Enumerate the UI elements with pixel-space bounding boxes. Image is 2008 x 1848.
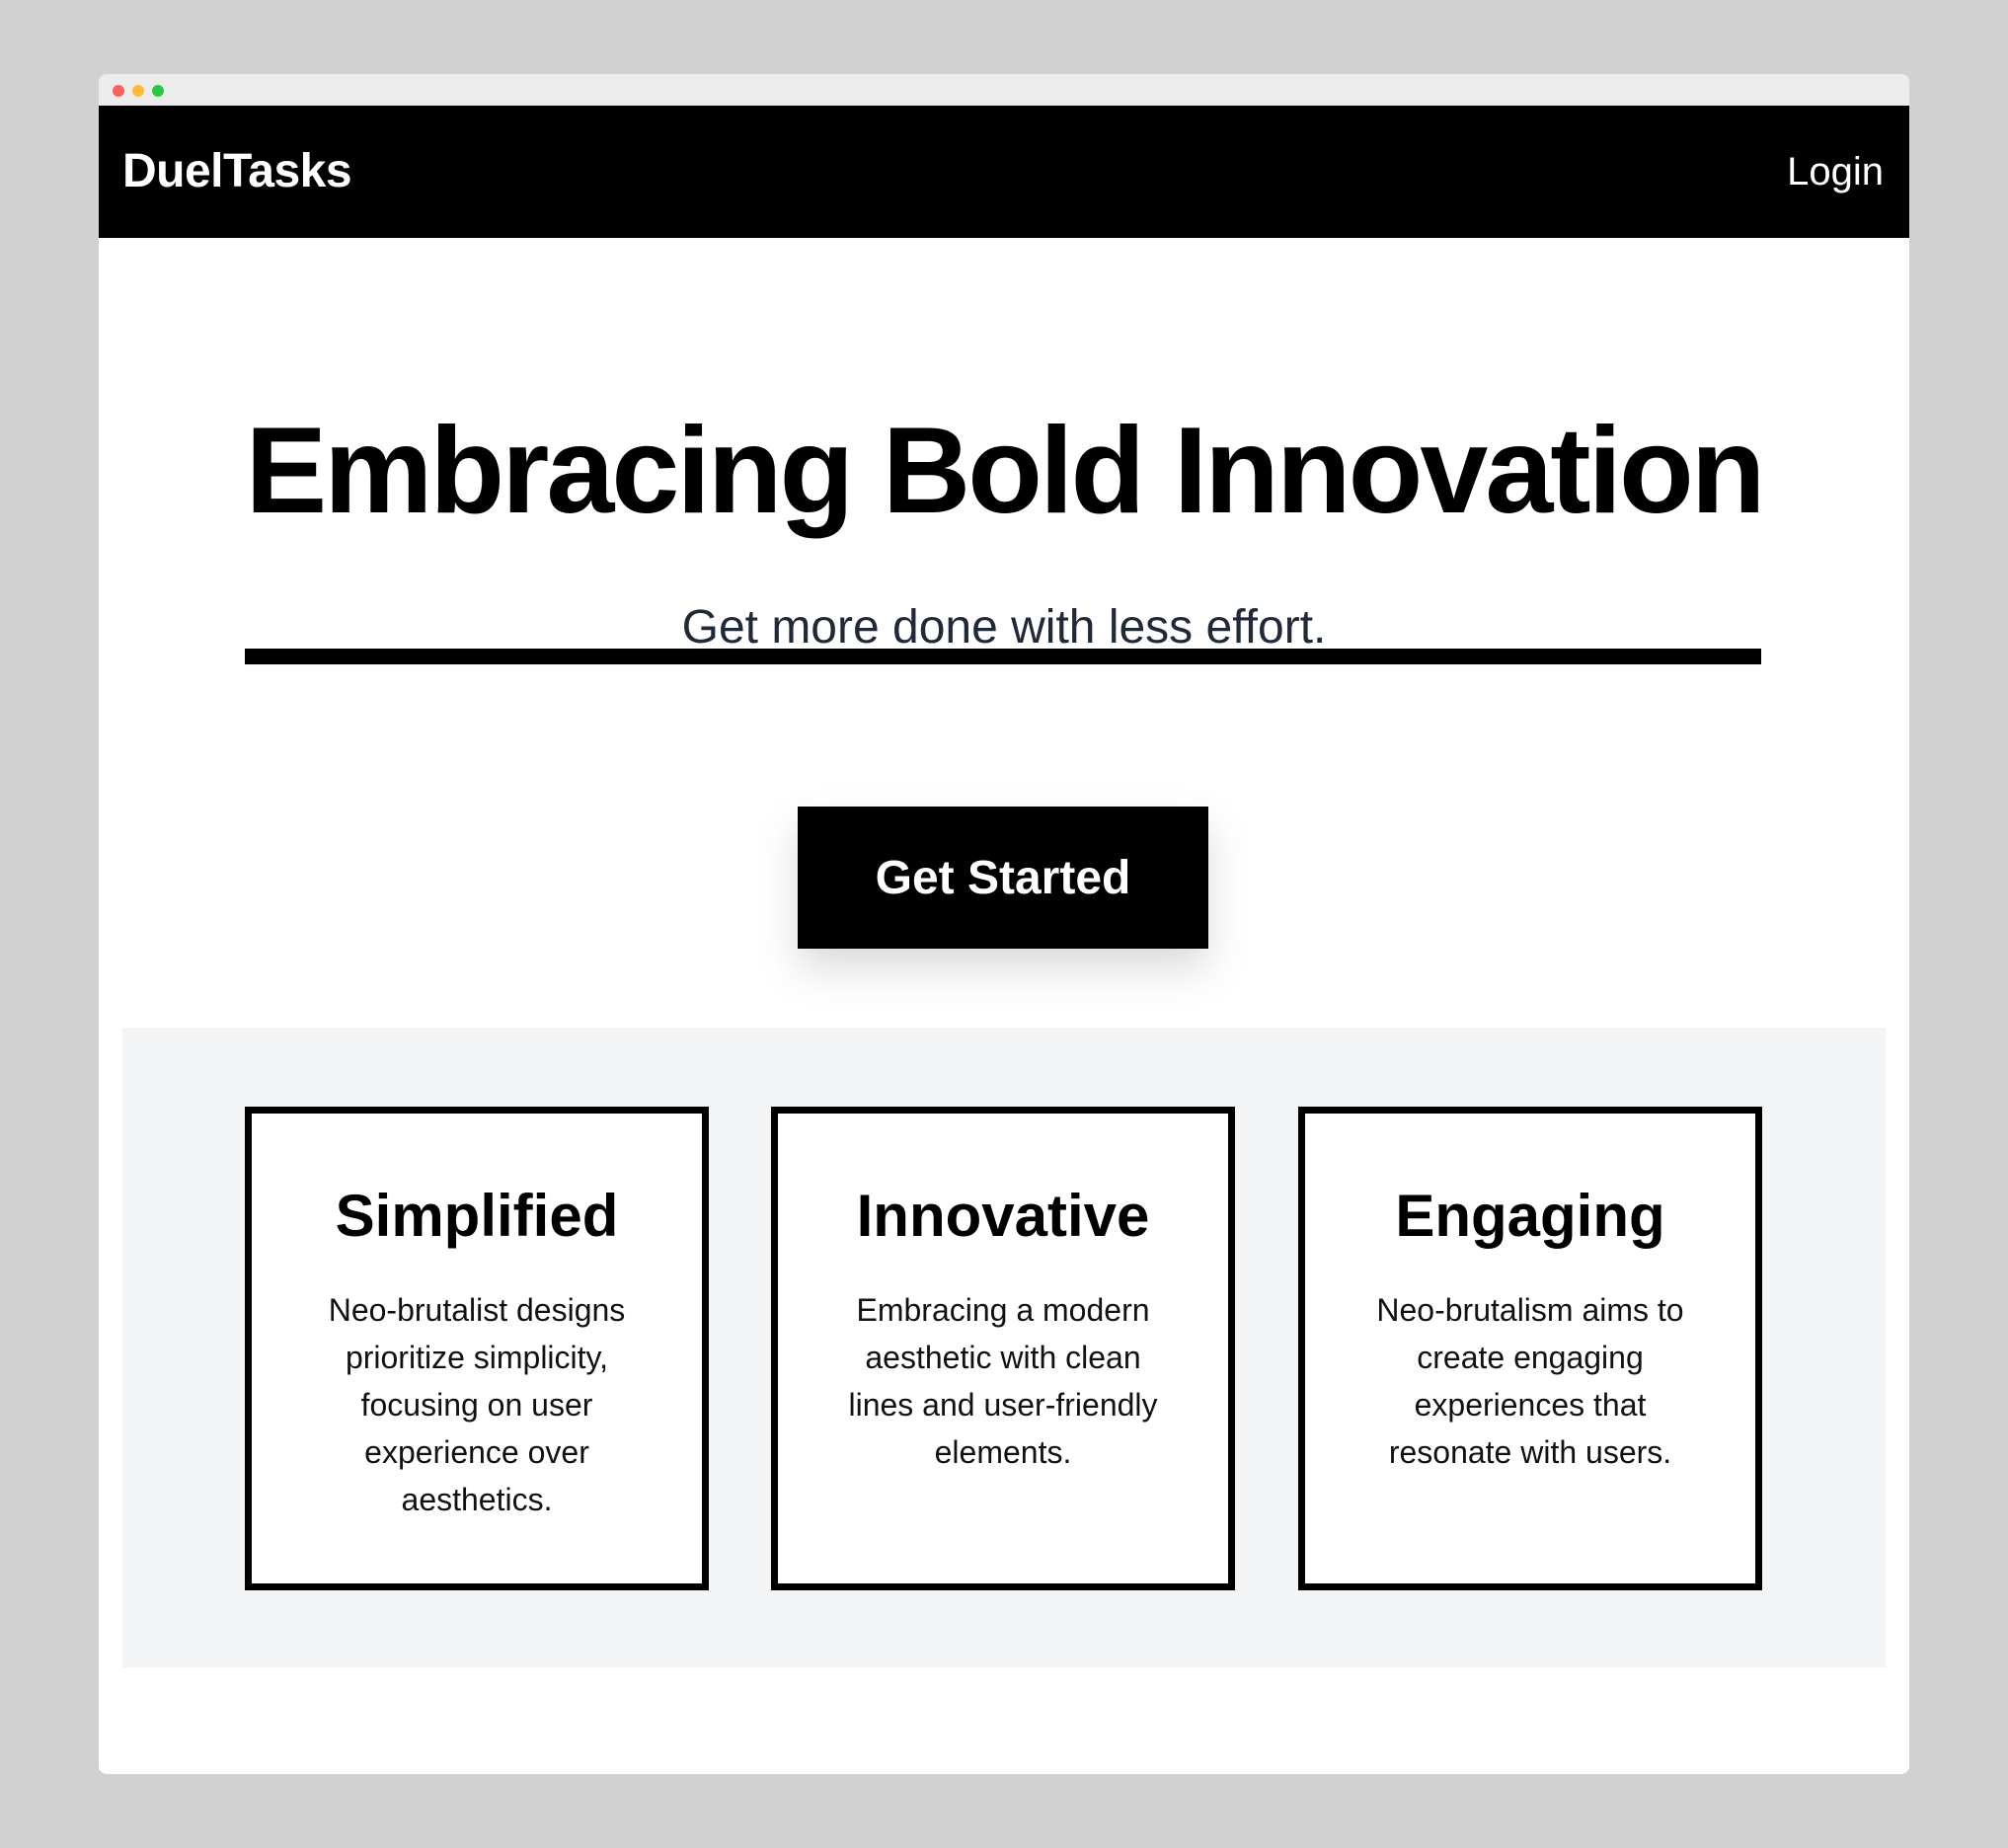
feature-card-title: Innovative [856, 1183, 1150, 1249]
feature-card-title: Simplified [335, 1183, 619, 1249]
feature-card-innovative: Innovative Embracing a modern aesthetic … [771, 1107, 1235, 1590]
window-titlebar [99, 74, 1909, 106]
feature-card-engaging: Engaging Neo-brutalism aims to create en… [1298, 1107, 1762, 1590]
feature-card-text: Neo-brutalism aims to create engaging ex… [1376, 1292, 1684, 1470]
brand-logo-link[interactable]: DuelTasks [122, 106, 352, 238]
close-window-dot[interactable] [113, 85, 124, 97]
features-section: Simplified Neo-brutalist designs priorit… [122, 1028, 1886, 1667]
feature-card-title: Engaging [1395, 1183, 1665, 1249]
hero-title: Embracing Bold Innovation [245, 403, 1765, 539]
get-started-button[interactable]: Get Started [798, 807, 1208, 949]
login-link[interactable]: Login [1787, 106, 1884, 238]
maximize-window-dot[interactable] [152, 85, 164, 97]
feature-card-simplified: Simplified Neo-brutalist designs priorit… [245, 1107, 709, 1590]
hero-divider [245, 649, 1761, 664]
feature-card-text: Neo-brutalist designs prioritize simplic… [328, 1292, 626, 1517]
top-navbar: DuelTasks Login [99, 106, 1909, 238]
minimize-window-dot[interactable] [132, 85, 144, 97]
browser-window: DuelTasks Login Embracing Bold Innovatio… [99, 74, 1909, 1774]
hero-subtitle: Get more done with less effort. [681, 601, 1327, 654]
feature-card-text: Embracing a modern aesthetic with clean … [848, 1292, 1158, 1470]
